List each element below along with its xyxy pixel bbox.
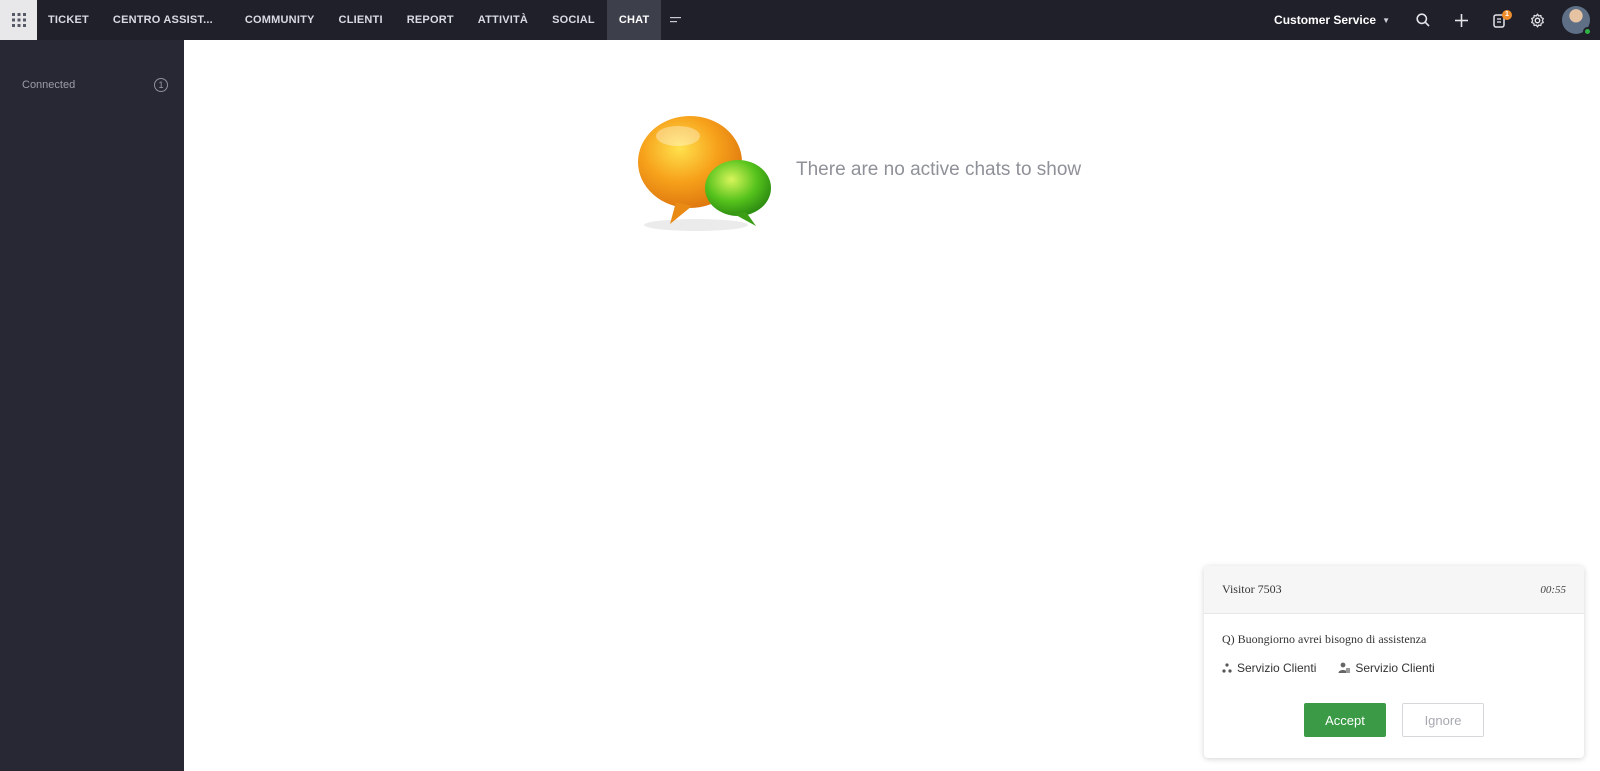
chat-bubbles-icon bbox=[638, 116, 771, 231]
chat-request-card: Visitor 7503 00:55 Q) Buongiorno avrei b… bbox=[1204, 566, 1584, 758]
settings-button[interactable] bbox=[1518, 0, 1556, 40]
chevron-down-icon: ▼ bbox=[1382, 15, 1390, 25]
tab-customers[interactable]: CLIENTI bbox=[327, 0, 395, 40]
connection-status[interactable]: Connected 1 bbox=[22, 78, 168, 92]
top-nav-bar: TICKET CENTRO ASSIST... COMMUNITY CLIENT… bbox=[0, 0, 1600, 40]
department-icon bbox=[1222, 663, 1232, 673]
accept-button[interactable]: Accept bbox=[1304, 703, 1386, 737]
chat-sidebar: Connected 1 bbox=[0, 40, 184, 771]
chat-request-actions: Accept Ignore bbox=[1204, 703, 1584, 737]
apps-grid-icon bbox=[11, 13, 26, 27]
tab-community[interactable]: COMMUNITY bbox=[225, 0, 327, 40]
search-icon bbox=[1416, 13, 1430, 27]
department-name: Customer Service bbox=[1274, 13, 1377, 27]
chat-request-meta: Servizio Clienti Servizio Clienti bbox=[1204, 647, 1584, 675]
ignore-button[interactable]: Ignore bbox=[1402, 703, 1484, 737]
tab-activities[interactable]: ATTIVITÀ bbox=[466, 0, 540, 40]
empty-state: There are no active chats to show bbox=[634, 110, 1081, 238]
tab-social[interactable]: SOCIAL bbox=[540, 0, 607, 40]
topbar-actions: Customer Service ▼ 1 bbox=[1274, 0, 1600, 40]
module-tabs: TICKET CENTRO ASSIST... COMMUNITY CLIENT… bbox=[37, 0, 691, 40]
search-button[interactable] bbox=[1404, 0, 1442, 40]
connection-count-badge: 1 bbox=[154, 78, 168, 92]
tab-chat[interactable]: CHAT bbox=[606, 0, 662, 40]
gear-icon bbox=[1530, 13, 1544, 27]
apps-grid-button[interactable] bbox=[0, 0, 37, 40]
department-selector[interactable]: Customer Service ▼ bbox=[1274, 13, 1390, 27]
plus-icon bbox=[1454, 13, 1468, 27]
connection-status-label: Connected bbox=[22, 79, 76, 91]
notification-badge: 1 bbox=[1502, 10, 1512, 20]
chat-request-header: Visitor 7503 00:55 bbox=[1204, 566, 1584, 614]
visitor-name: Visitor 7503 bbox=[1222, 582, 1282, 596]
tab-help-center[interactable]: CENTRO ASSIST... bbox=[101, 0, 225, 40]
online-status-dot bbox=[1583, 27, 1592, 36]
more-tabs-button[interactable] bbox=[661, 0, 691, 40]
more-tabs-icon bbox=[670, 17, 682, 23]
notifications-button[interactable]: 1 bbox=[1480, 0, 1518, 40]
empty-state-message: There are no active chats to show bbox=[796, 159, 1082, 180]
group-info: Servizio Clienti bbox=[1338, 661, 1435, 675]
visitor-question: Q) Buongiorno avrei bisogno di assistenz… bbox=[1222, 632, 1427, 646]
add-button[interactable] bbox=[1442, 0, 1480, 40]
department-label: Servizio Clienti bbox=[1237, 661, 1317, 675]
user-group-icon bbox=[1338, 662, 1351, 673]
waiting-timer: 00:55 bbox=[1540, 583, 1566, 596]
tab-ticket[interactable]: TICKET bbox=[37, 0, 101, 40]
avatar[interactable] bbox=[1562, 6, 1592, 36]
department-info: Servizio Clienti bbox=[1222, 661, 1316, 675]
tab-report[interactable]: REPORT bbox=[395, 0, 466, 40]
group-label: Servizio Clienti bbox=[1355, 661, 1435, 675]
